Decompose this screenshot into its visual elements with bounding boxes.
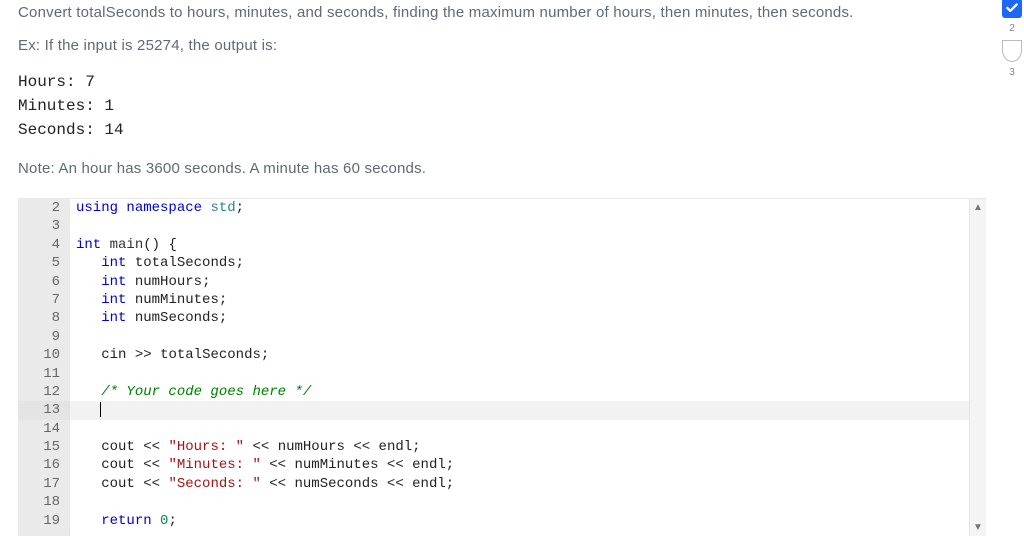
code-line: 6 int numHours;	[18, 273, 969, 291]
code-line: 8 int numSeconds;	[18, 309, 969, 327]
code-area[interactable]: 2using namespace std; 3 4int main() { 5 …	[18, 199, 969, 536]
code-line: 17 cout << "Seconds: " << numSeconds << …	[18, 475, 969, 493]
vertical-scrollbar[interactable]: ▲ ▼	[969, 199, 986, 536]
badge-number-bottom: 3	[1009, 68, 1015, 78]
shield-icon[interactable]	[1002, 40, 1022, 62]
code-line: 7 int numMinutes;	[18, 291, 969, 309]
text-cursor	[100, 402, 101, 417]
scroll-up-arrow[interactable]: ▲	[970, 199, 986, 216]
note-text: Note: An hour has 3600 seconds. A minute…	[18, 160, 942, 177]
code-line: 2using namespace std;	[18, 199, 969, 217]
scroll-down-arrow[interactable]: ▼	[970, 519, 986, 536]
code-line-active: 13	[18, 401, 969, 419]
code-line: 9	[18, 328, 969, 346]
code-line: 16 cout << "Minutes: " << numMinutes << …	[18, 456, 969, 474]
badge-number-top: 2	[1009, 24, 1015, 34]
check-badge[interactable]	[1002, 0, 1022, 18]
code-line: 10 cin >> totalSeconds;	[18, 346, 969, 364]
code-line: 19 return 0;	[18, 512, 969, 530]
code-line: 5 int totalSeconds;	[18, 254, 969, 272]
code-line: 4int main() {	[18, 236, 969, 254]
code-line: 18	[18, 493, 969, 511]
code-line: 14	[18, 420, 969, 438]
problem-prompt: Convert totalSeconds to hours, minutes, …	[18, 2, 942, 23]
example-output: Hours: 7 Minutes: 1 Seconds: 14	[18, 70, 942, 142]
code-line: 11	[18, 365, 969, 383]
code-line: 3	[18, 217, 969, 235]
check-icon	[1005, 1, 1019, 15]
code-editor[interactable]: 2using namespace std; 3 4int main() { 5 …	[18, 198, 986, 536]
example-intro: Ex: If the input is 25274, the output is…	[18, 37, 942, 54]
code-line: 15 cout << "Hours: " << numHours << endl…	[18, 438, 969, 456]
code-line: 12 /* Your code goes here */	[18, 383, 969, 401]
progress-sidebar: 2 3	[1002, 0, 1022, 78]
